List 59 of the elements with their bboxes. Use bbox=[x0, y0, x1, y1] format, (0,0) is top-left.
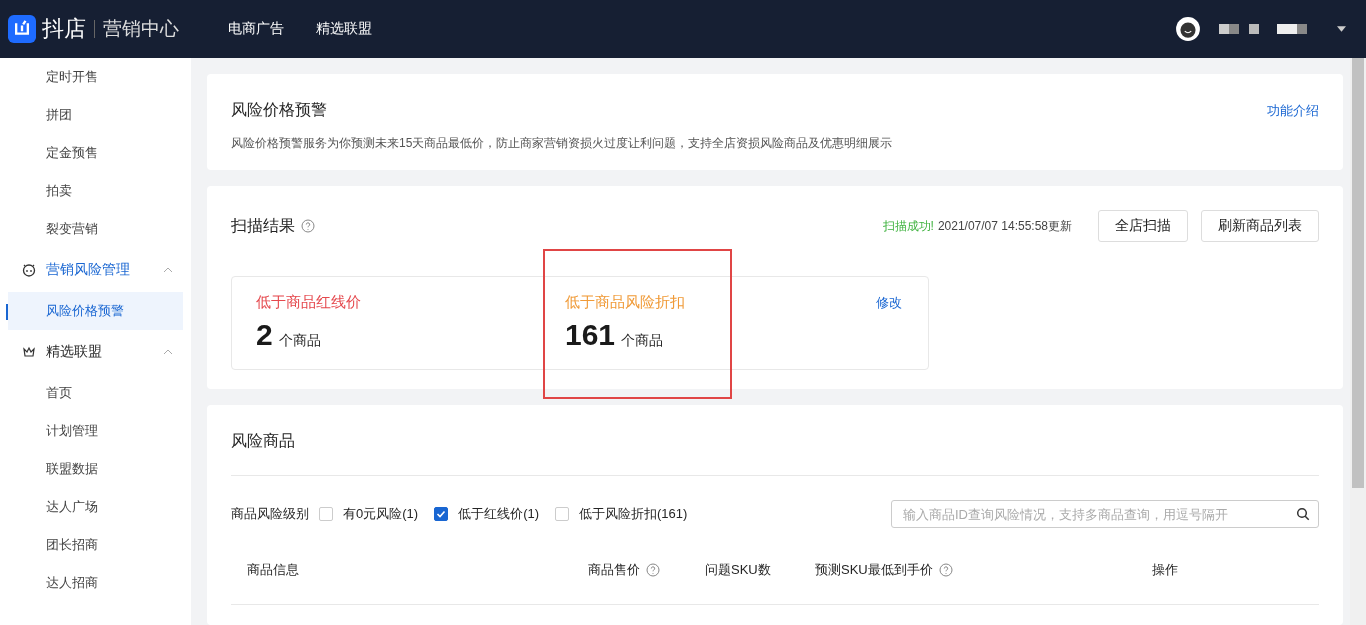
stat-unit: 个商品 bbox=[278, 332, 321, 350]
sidebar-item[interactable]: 团长招商 bbox=[8, 526, 183, 564]
stat-count: 2 bbox=[256, 318, 273, 352]
app-subtitle: 营销中心 bbox=[103, 17, 179, 41]
column-header: 商品售价 bbox=[588, 561, 640, 579]
filter-checkbox[interactable]: 低于风险折扣(161) bbox=[555, 505, 688, 523]
page-title: 风险价格预警 bbox=[231, 100, 327, 120]
scan-status: 扫描成功! bbox=[882, 217, 934, 235]
scan-button[interactable]: 刷新商品列表 bbox=[1201, 210, 1319, 242]
sidebar-item[interactable]: 达人广场 bbox=[8, 488, 183, 526]
scan-button[interactable]: 全店扫描 bbox=[1098, 210, 1188, 242]
sidebar-item[interactable]: 风险价格预警 bbox=[8, 292, 183, 330]
sidebar-item[interactable]: 裂变营销 bbox=[8, 210, 183, 248]
sidebar-item[interactable]: 拍卖 bbox=[8, 172, 183, 210]
column-header: 商品信息 bbox=[247, 561, 299, 579]
sidebar-item[interactable]: 联盟数据 bbox=[8, 450, 183, 488]
logo-icon bbox=[8, 15, 36, 43]
crown-icon bbox=[22, 345, 36, 359]
filter-label: 商品风险级别 bbox=[231, 505, 309, 523]
caret-icon[interactable] bbox=[1337, 26, 1346, 32]
filter-checkbox[interactable]: 有0元风险(1) bbox=[319, 505, 419, 523]
feature-intro-link[interactable]: 功能介绍 bbox=[1267, 101, 1319, 120]
scrollbar[interactable] bbox=[1350, 58, 1366, 625]
filter-option-label: 低于风险折扣(161) bbox=[579, 505, 688, 523]
page-description: 风险价格预警服务为你预测未来15天商品最低价，防止商家营销资损火过度让利问题，支持全店资损风险商品及优惠明细展示 bbox=[231, 135, 894, 152]
face-icon bbox=[22, 263, 36, 277]
filter-option-label: 低于红线价(1) bbox=[458, 505, 539, 523]
column-header: 操作 bbox=[1152, 561, 1178, 579]
nav-link[interactable]: 精选联盟 bbox=[316, 20, 372, 38]
sidebar-item[interactable]: 达人招商 bbox=[8, 564, 183, 602]
stat-label: 低于商品风险折扣 bbox=[565, 293, 686, 312]
stat-label: 低于商品红线价 bbox=[256, 293, 362, 312]
filter-checkbox[interactable]: 低于红线价(1) bbox=[434, 505, 539, 523]
sidebar-group[interactable]: 精选联盟 bbox=[8, 330, 183, 374]
edit-link[interactable]: 修改 bbox=[876, 294, 902, 312]
help-icon[interactable] bbox=[938, 563, 953, 577]
update-time: 2021/07/07 14:55:58更新 bbox=[937, 217, 1072, 235]
sidebar-group[interactable]: 营销风险管理 bbox=[8, 248, 183, 292]
nav-link[interactable]: 电商广告 bbox=[228, 20, 284, 38]
section-title: 风险商品 bbox=[231, 405, 1319, 476]
check-icon bbox=[435, 508, 448, 520]
sidebar-item[interactable]: 首页 bbox=[8, 374, 183, 412]
column-header: 预测SKU最低到手价 bbox=[815, 561, 933, 579]
column-header: 问题SKU数 bbox=[705, 561, 771, 579]
sidebar-item[interactable]: 拼团 bbox=[8, 96, 183, 134]
stat-unit: 个商品 bbox=[621, 332, 664, 350]
search-icon[interactable] bbox=[1296, 507, 1310, 521]
sidebar-item[interactable]: 定金预售 bbox=[8, 134, 183, 172]
search-field[interactable]: 输入商品ID查询风险情况，支持多商品查询，用逗号隔开 bbox=[891, 500, 1319, 528]
avatar-icon[interactable] bbox=[1175, 16, 1201, 42]
help-icon[interactable] bbox=[301, 219, 315, 233]
sidebar-item[interactable]: 定时开售 bbox=[8, 58, 183, 96]
sidebar-item[interactable]: 计划管理 bbox=[8, 412, 183, 450]
section-title: 扫描结果 bbox=[231, 215, 295, 236]
checkbox[interactable] bbox=[434, 507, 449, 521]
logo-text: 抖店 bbox=[42, 15, 86, 43]
help-icon[interactable] bbox=[646, 563, 660, 577]
filter-option-label: 有0元风险(1) bbox=[343, 505, 419, 523]
stat-count: 161 bbox=[565, 318, 616, 352]
